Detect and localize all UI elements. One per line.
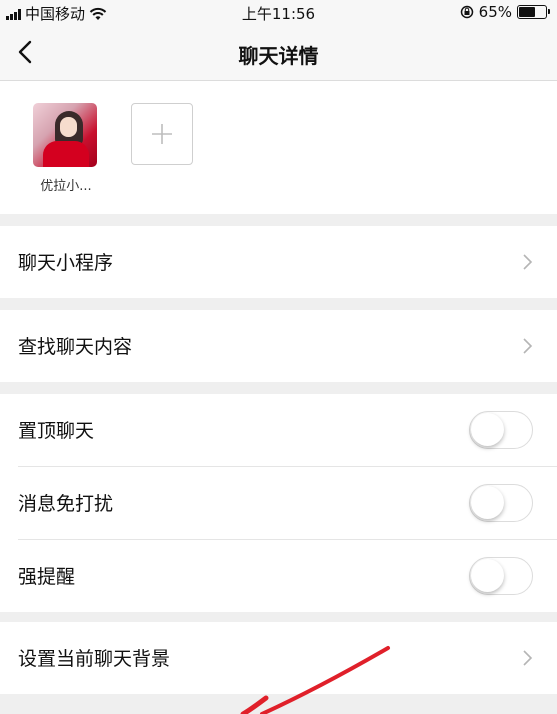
background-group: 设置当前聊天背景 (0, 622, 557, 694)
search-group: 查找聊天内容 (0, 310, 557, 382)
avatar[interactable] (33, 103, 97, 167)
chevron-right-icon (523, 650, 533, 666)
strong-reminder-label: 强提醒 (18, 566, 76, 588)
status-bar: 中国移动 上午11:56 65% (0, 0, 557, 24)
strong-reminder-cell: 强提醒 (0, 540, 557, 612)
chat-background-label: 设置当前聊天背景 (18, 648, 171, 670)
mute-label: 消息免打扰 (18, 493, 114, 515)
settings-group: 置顶聊天 消息免打扰 强提醒 (0, 394, 557, 612)
strong-reminder-toggle[interactable] (469, 557, 533, 595)
mute-cell: 消息免打扰 (0, 467, 557, 539)
back-chevron-icon[interactable] (10, 32, 44, 72)
mini-program-cell[interactable]: 聊天小程序 (0, 226, 557, 298)
sticky-chat-toggle[interactable] (469, 411, 533, 449)
chat-background-cell[interactable]: 设置当前聊天背景 (0, 622, 557, 694)
navigation-bar: 聊天详情 (0, 24, 557, 81)
plus-icon (152, 124, 172, 144)
battery-icon (517, 5, 550, 19)
member-name: 优拉小... (40, 179, 92, 194)
search-chat-cell[interactable]: 查找聊天内容 (0, 310, 557, 382)
search-chat-label: 查找聊天内容 (18, 336, 133, 358)
add-member-button[interactable] (131, 103, 193, 165)
status-bar-right: 65% (460, 3, 550, 21)
mute-toggle[interactable] (469, 484, 533, 522)
page-title: 聊天详情 (238, 44, 319, 68)
member-item[interactable]: 优拉小... (33, 103, 99, 194)
mini-program-label: 聊天小程序 (18, 252, 114, 274)
battery-percent: 65% (478, 3, 512, 21)
rotation-lock-icon (460, 5, 473, 19)
mini-program-group: 聊天小程序 (0, 226, 557, 298)
members-section: 优拉小... (0, 81, 557, 214)
chevron-right-icon (523, 254, 533, 270)
chevron-right-icon (523, 338, 533, 354)
sticky-chat-cell: 置顶聊天 (0, 394, 557, 466)
sticky-chat-label: 置顶聊天 (18, 420, 95, 442)
